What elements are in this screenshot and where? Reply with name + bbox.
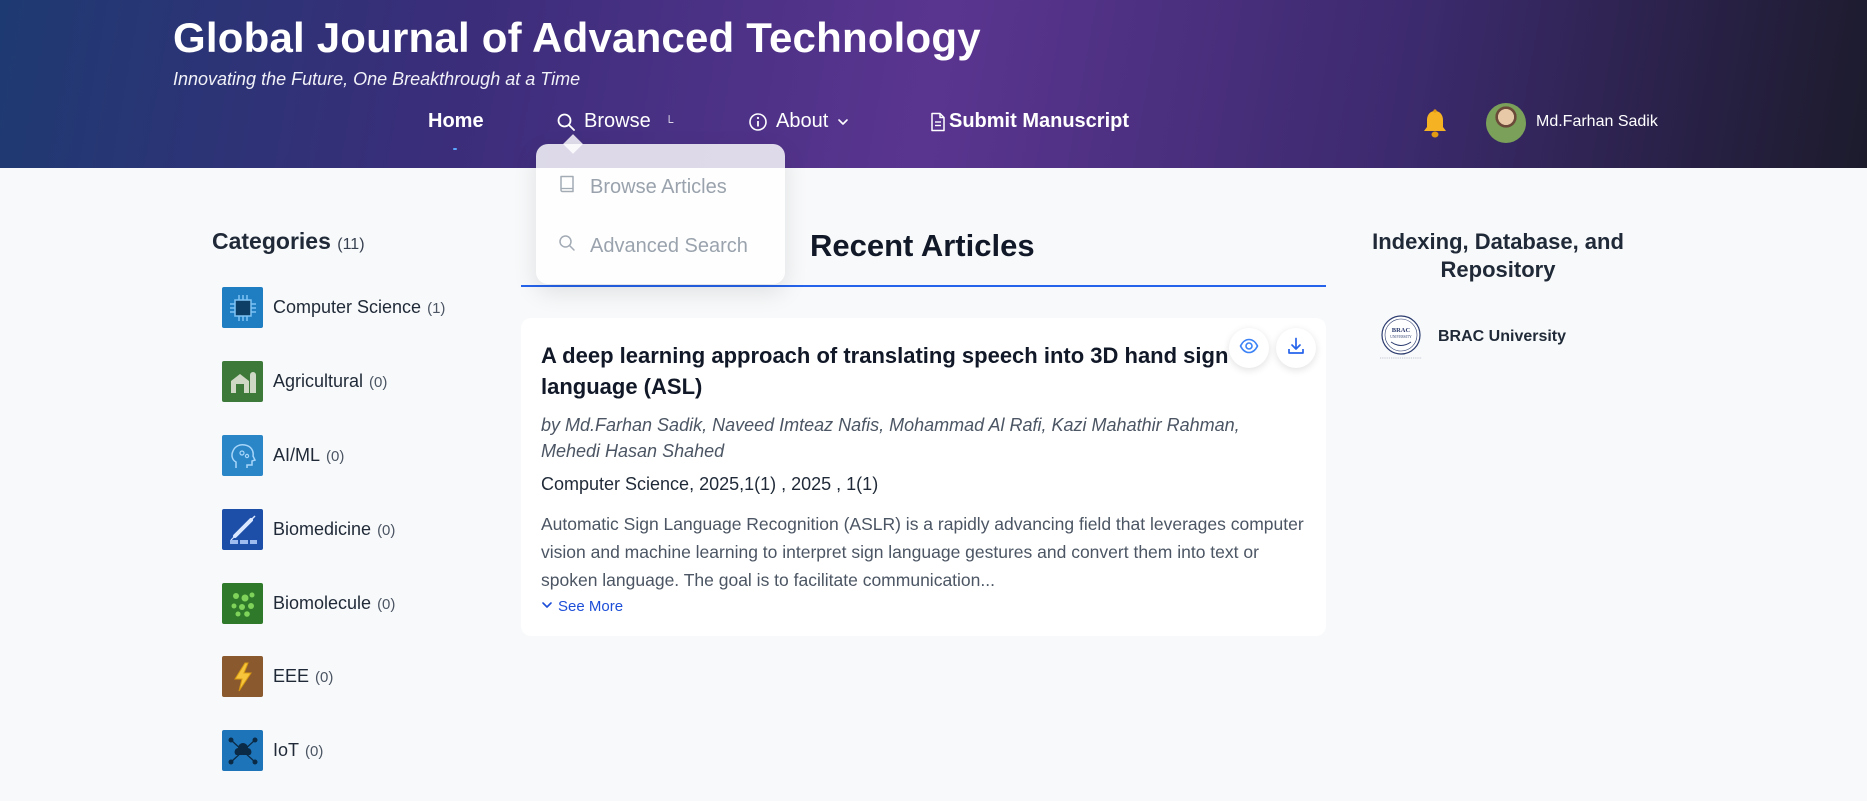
category-agricultural[interactable]: Agricultural (0)	[222, 361, 387, 402]
category-label: EEE (0)	[273, 666, 334, 686]
eye-icon	[1239, 336, 1259, 361]
nav-browse-label: Browse	[584, 110, 651, 132]
view-article-button[interactable]	[1229, 328, 1269, 368]
article-title[interactable]: A deep learning approach of translating …	[541, 340, 1281, 402]
category-biomedicine[interactable]: Biomedicine (0)	[222, 509, 395, 550]
cloud-network-icon	[222, 730, 263, 771]
nav-browse[interactable]: Browse └	[556, 110, 673, 133]
browse-dropdown: Browse Articles Advanced Search	[536, 144, 785, 284]
category-biomolecule[interactable]: Biomolecule (0)	[222, 583, 395, 624]
category-label: Computer Science (1)	[273, 297, 446, 317]
search-icon	[558, 234, 576, 258]
download-icon	[1286, 336, 1306, 361]
indexing-label: BRAC University	[1438, 328, 1567, 345]
see-more-button[interactable]: See More	[541, 598, 623, 615]
brain-icon	[222, 435, 263, 476]
bell-icon[interactable]	[1420, 108, 1450, 140]
category-ai-ml[interactable]: AI/ML (0)	[222, 435, 344, 476]
category-label: IoT (0)	[273, 740, 324, 760]
browse-caret-icon: └	[664, 114, 674, 129]
dropdown-advanced-search-label: Advanced Search	[590, 234, 748, 257]
categories-title-label: Categories	[212, 228, 331, 254]
nav-about-label: About	[776, 110, 829, 132]
document-icon	[929, 112, 947, 132]
section-divider	[521, 285, 1326, 287]
active-nav-indicator	[453, 148, 457, 150]
category-iot[interactable]: IoT (0)	[222, 730, 323, 771]
nav-submit-label: Submit Manuscript	[949, 110, 1130, 132]
info-icon	[748, 112, 768, 132]
category-label: Biomolecule (0)	[273, 593, 396, 613]
journal-tagline: Innovating the Future, One Breakthrough …	[173, 69, 581, 89]
article-meta: Computer Science, 2025,1(1) , 2025 , 1(1…	[541, 474, 879, 494]
section-title: Recent Articles	[810, 228, 1035, 263]
indexing-title: Indexing, Database, and Repository	[1372, 229, 1624, 282]
svg-text:BRAC: BRAC	[1392, 327, 1411, 334]
see-more-label: See More	[558, 598, 624, 615]
article-card: A deep learning approach of translating …	[521, 318, 1326, 636]
dropdown-browse-articles-label: Browse Articles	[590, 175, 727, 198]
indexing-item-brac[interactable]: BRAC UNIVERSITY BRAC University	[1374, 313, 1566, 361]
chevron-down-icon	[541, 598, 553, 615]
svg-text:UNIVERSITY: UNIVERSITY	[1390, 335, 1412, 339]
nav-home-label: Home	[428, 110, 484, 132]
search-icon	[556, 112, 576, 132]
category-label: Biomedicine (0)	[273, 519, 396, 539]
article-abstract: Automatic Sign Language Recognition (ASL…	[541, 514, 1304, 590]
dropdown-advanced-search[interactable]: Advanced Search	[558, 234, 748, 258]
nav-home[interactable]: Home	[428, 110, 484, 133]
brac-logo-icon: BRAC UNIVERSITY	[1374, 313, 1428, 361]
nav-about[interactable]: About	[748, 110, 850, 133]
article-authors: by Md.Farhan Sadik, Naveed Imteaz Nafis,…	[541, 415, 1240, 461]
site-header: Global Journal of Advanced Technology In…	[0, 0, 1867, 168]
book-icon	[558, 174, 576, 200]
category-label: AI/ML (0)	[273, 445, 345, 465]
dropdown-browse-articles[interactable]: Browse Articles	[558, 174, 727, 200]
lightning-icon	[222, 656, 263, 697]
category-computer-science[interactable]: Computer Science (1)	[222, 287, 445, 328]
category-eee[interactable]: EEE (0)	[222, 656, 333, 697]
barn-icon	[222, 361, 263, 402]
download-article-button[interactable]	[1276, 328, 1316, 368]
user-name[interactable]: Md.Farhan Sadik	[1536, 113, 1658, 131]
chevron-down-icon	[836, 115, 850, 129]
molecule-icon	[222, 583, 263, 624]
categories-title: Categories (11)	[212, 228, 365, 255]
category-label: Agricultural (0)	[273, 371, 388, 391]
nav-submit-manuscript[interactable]: Submit Manuscript	[929, 110, 1129, 133]
categories-count: (11)	[337, 236, 365, 253]
syringe-icon	[222, 509, 263, 550]
avatar[interactable]	[1486, 103, 1526, 143]
chip-icon	[222, 287, 263, 328]
journal-title[interactable]: Global Journal of Advanced Technology	[173, 14, 981, 62]
